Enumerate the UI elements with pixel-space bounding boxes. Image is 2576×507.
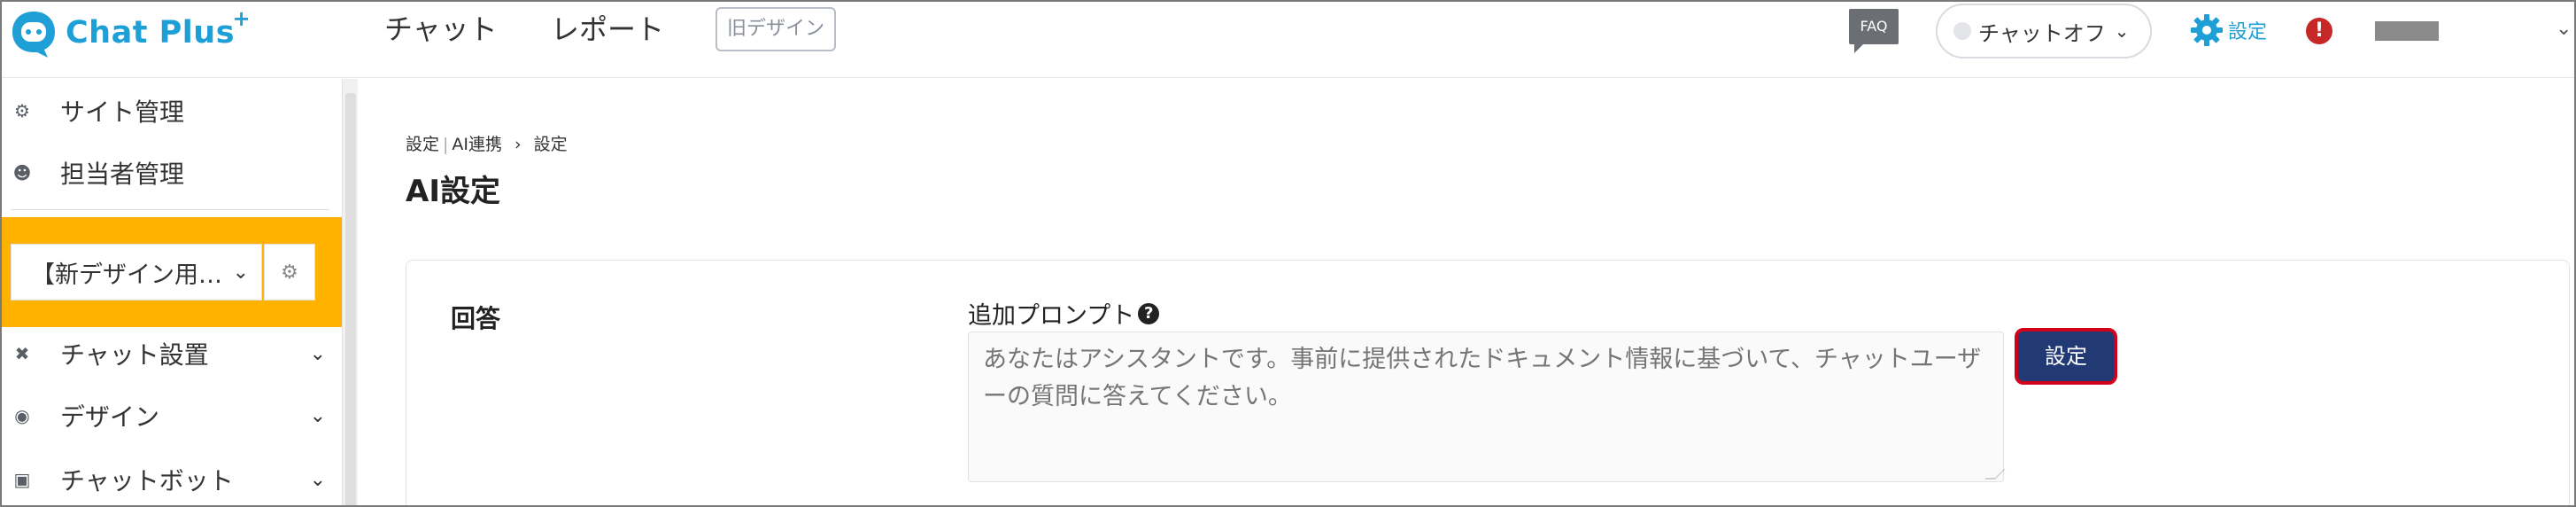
breadcrumb-separator: | [443, 135, 449, 154]
sidebar-item-label: デザイン [60, 402, 160, 432]
chat-status-label: チャットオフ [1978, 20, 2106, 46]
sidebar-scrollbar[interactable] [342, 79, 358, 505]
sidebar-divider [11, 209, 329, 210]
breadcrumb: 設定 | AI連携 › 設定 [406, 131, 568, 155]
settings-card: 回答 追加プロンプト ? 設定 [406, 260, 2570, 505]
chevron-down-icon: ⌄ [2114, 20, 2130, 42]
chevron-down-icon: ⌄ [309, 468, 326, 491]
gear-icon [2191, 14, 2223, 46]
sidebar-item-label: チャット設置 [60, 340, 209, 370]
additional-prompt-textarea[interactable] [968, 332, 2004, 482]
site-select[interactable]: 【新デザイン用… ⌄ [11, 244, 262, 300]
sidebar-item-label: チャットボット [60, 466, 234, 495]
gear-icon: ⚙ [14, 100, 30, 121]
sidebar-item-staff-management[interactable]: ☻ 担当者管理 [2, 146, 342, 199]
sidebar: ⚙ サイト管理 ☻ 担当者管理 【新デザイン用… ⌄ ⚙ ✖ チャット設置 ⌄ … [2, 79, 342, 505]
chevron-down-icon: ⌄ [309, 404, 326, 427]
palette-icon: ◉ [14, 405, 30, 426]
status-dot-icon [1953, 22, 1971, 40]
sidebar-item-chat-install[interactable]: ✖ チャット設置 ⌄ [2, 327, 342, 380]
old-design-button[interactable]: 旧デザイン [716, 7, 836, 51]
scrollbar-thumb[interactable] [345, 93, 356, 505]
sidebar-item-label: サイト管理 [60, 98, 185, 127]
breadcrumb-item[interactable]: 設定 [406, 135, 439, 154]
section-label: 回答 [451, 304, 501, 333]
sidebar-item-design[interactable]: ◉ デザイン ⌄ [2, 389, 342, 442]
faq-icon[interactable]: FAQ [1849, 9, 1899, 53]
logo-sup: + [232, 6, 251, 31]
site-select-block: 【新デザイン用… ⌄ ⚙ [2, 217, 342, 327]
logo[interactable]: Chat Plus + [9, 5, 251, 60]
sidebar-item-site-management[interactable]: ⚙ サイト管理 [2, 84, 342, 137]
users-icon: ☻ [12, 162, 32, 183]
logo-text-label: Chat Plus [66, 15, 236, 51]
page-title: AI設定 [406, 174, 500, 209]
nav-report[interactable]: レポート [551, 7, 664, 51]
logo-text: Chat Plus + [66, 6, 251, 51]
sidebar-item-label: 担当者管理 [60, 160, 185, 189]
field-label-text: 追加プロンプト [968, 302, 1135, 330]
breadcrumb-arrow-icon: › [514, 135, 522, 154]
app-frame: Chat Plus+ チャット レポート 旧デザイン FAQ チャットオフ ⌄ [0, 0, 2576, 507]
top-header: Chat Plus+ チャット レポート 旧デザイン FAQ チャットオフ ⌄ [2, 2, 2574, 78]
nav-chat[interactable]: チャット [384, 7, 498, 51]
user-menu[interactable] [2375, 21, 2439, 41]
sidebar-item-chatbot[interactable]: ▣ チャットボット ⌄ [2, 453, 342, 505]
logo-mark-icon [9, 8, 58, 58]
breadcrumb-current: 設定 [533, 135, 568, 154]
site-settings-gear-icon[interactable]: ⚙ [264, 244, 315, 300]
tools-icon: ✖ [14, 343, 30, 364]
settings-link[interactable]: 設定 [2189, 11, 2267, 50]
alert-icon[interactable]: ! [2306, 18, 2332, 44]
save-button[interactable]: 設定 [2015, 328, 2117, 385]
site-select-value: 【新デザイン用… [31, 261, 222, 289]
chevron-down-icon: ⌄ [232, 261, 249, 284]
breadcrumb-item[interactable]: AI連携 [452, 135, 502, 154]
chevron-down-icon: ⌄ [309, 342, 326, 365]
settings-label: 設定 [2228, 21, 2268, 43]
chat-icon: ▣ [13, 469, 31, 490]
help-icon[interactable]: ? [1138, 302, 1160, 324]
user-chevron-down-icon[interactable]: ⌄ [2556, 18, 2572, 40]
chat-status-select[interactable]: チャットオフ ⌄ [1936, 4, 2152, 58]
field-label: 追加プロンプト ? [968, 296, 1160, 331]
